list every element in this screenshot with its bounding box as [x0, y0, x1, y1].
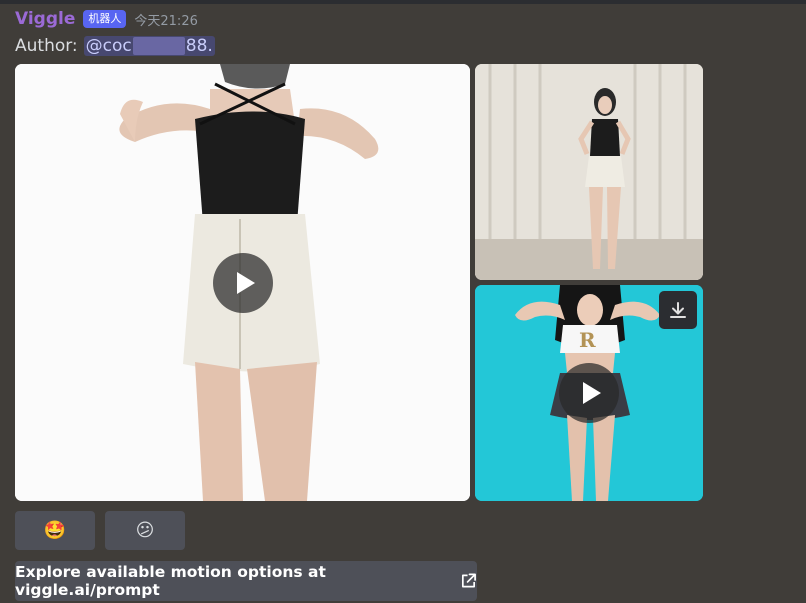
top-divider: [0, 0, 806, 4]
confused-emoji-icon: 😕: [135, 520, 155, 541]
timestamp: 今天21:26: [134, 13, 198, 29]
message-header: Viggle 机器人 今天21:26: [15, 8, 198, 30]
video-attachment-main[interactable]: [15, 64, 470, 501]
play-icon: [582, 382, 601, 404]
download-icon: [670, 302, 686, 318]
author-label: Author:: [15, 36, 78, 56]
download-button[interactable]: [659, 291, 697, 329]
reference-photo: [475, 64, 703, 280]
play-icon: [236, 272, 255, 294]
bot-tag: 机器人: [83, 10, 127, 28]
play-button[interactable]: [559, 363, 619, 423]
reaction-button-confused[interactable]: 😕: [105, 511, 185, 550]
image-attachment-reference[interactable]: [475, 64, 703, 280]
author-line: Author: @coc 88.: [15, 36, 215, 56]
video-attachment-result[interactable]: R: [475, 285, 703, 501]
play-button[interactable]: [213, 253, 273, 313]
explore-motion-link-button[interactable]: Explore available motion options at vigg…: [15, 561, 477, 601]
external-link-icon: [461, 573, 476, 588]
link-button-label: Explore available motion options at vigg…: [15, 563, 326, 599]
user-mention[interactable]: @coc 88.: [83, 36, 215, 56]
mention-suffix: 88.: [185, 36, 213, 56]
svg-text:R: R: [579, 328, 596, 352]
reaction-button-star-struck[interactable]: 🤩: [15, 511, 95, 550]
username[interactable]: Viggle: [15, 9, 75, 29]
star-struck-emoji-icon: 🤩: [43, 520, 67, 541]
redacted-blur: [132, 37, 185, 55]
mention-prefix: @coc: [85, 36, 132, 56]
